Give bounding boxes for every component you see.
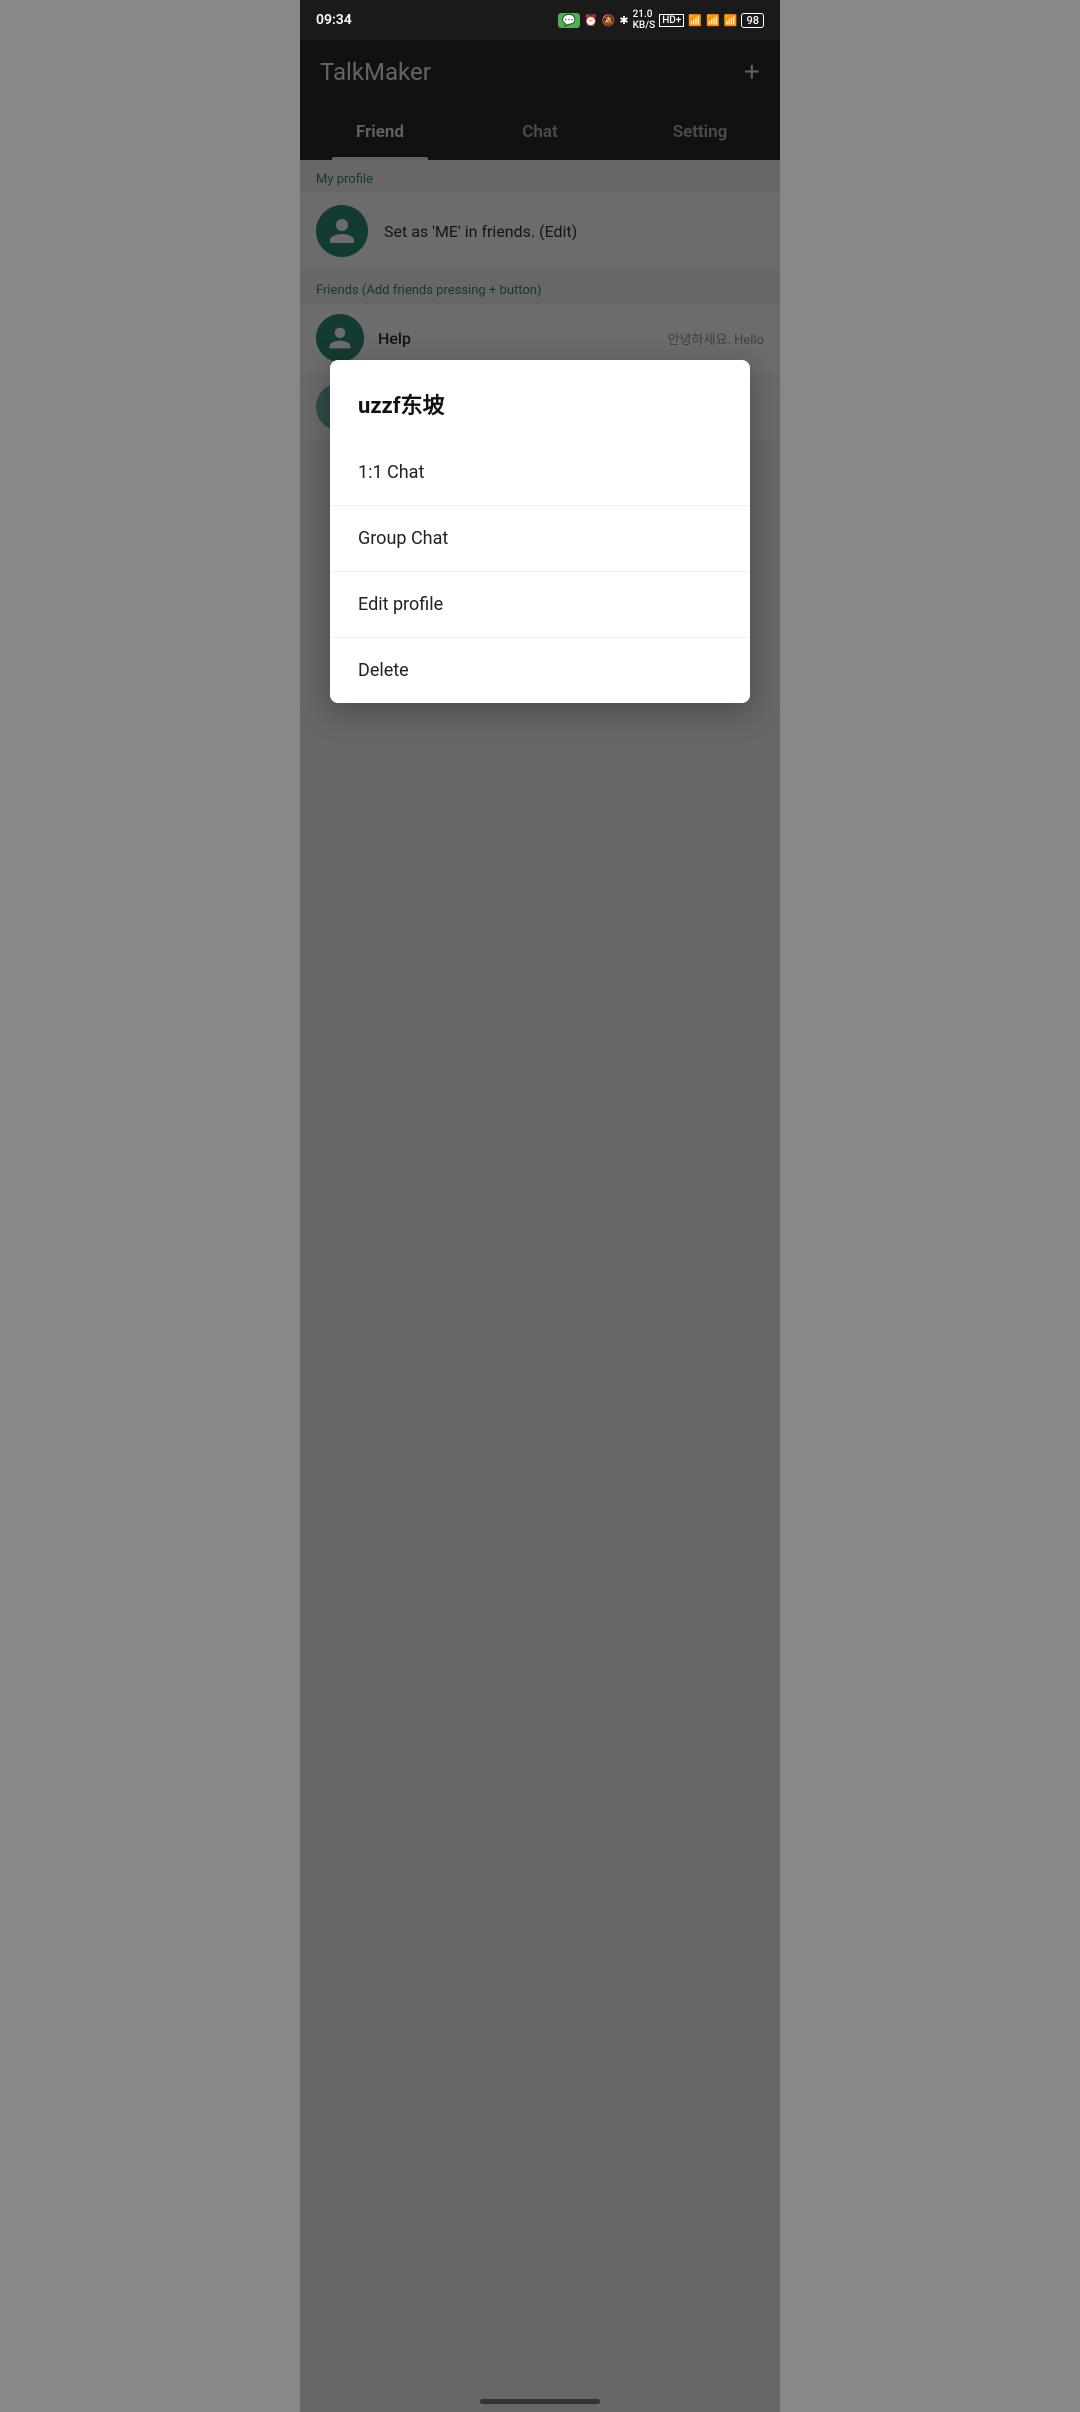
dialog-title: uzzf东坡 [330,360,750,440]
5g-signal-icon: 📶 [724,14,738,27]
msg-notification-icon: 💬 [558,13,580,28]
speed-indicator: 21.0KB/S [633,9,656,31]
status-icons: 💬 ⏰ 🔕 ✱ 21.0KB/S HD+ 📶 📶 📶 98 [558,9,764,31]
status-bar: 09:34 💬 ⏰ 🔕 ✱ 21.0KB/S HD+ 📶 📶 📶 98 [300,0,780,40]
bluetooth-icon: ✱ [619,14,628,27]
mute-icon: 🔕 [602,14,616,27]
dialog-item-edit-profile[interactable]: Edit profile [330,572,750,638]
hd-badge: HD+ [659,14,684,27]
dialog-item-delete[interactable]: Delete [330,638,750,703]
home-indicator [480,2399,600,2404]
battery-icon: 98 [741,13,764,28]
alarm-icon: ⏰ [584,14,598,27]
wifi-icon: 📶 [688,14,702,27]
signal-icon: 📶 [706,14,720,27]
dialog-item-one-to-one-chat[interactable]: 1:1 Chat [330,440,750,506]
context-menu-dialog: uzzf东坡 1:1 Chat Group Chat Edit profile … [330,360,750,703]
dialog-item-group-chat[interactable]: Group Chat [330,506,750,572]
status-time: 09:34 [316,12,352,28]
